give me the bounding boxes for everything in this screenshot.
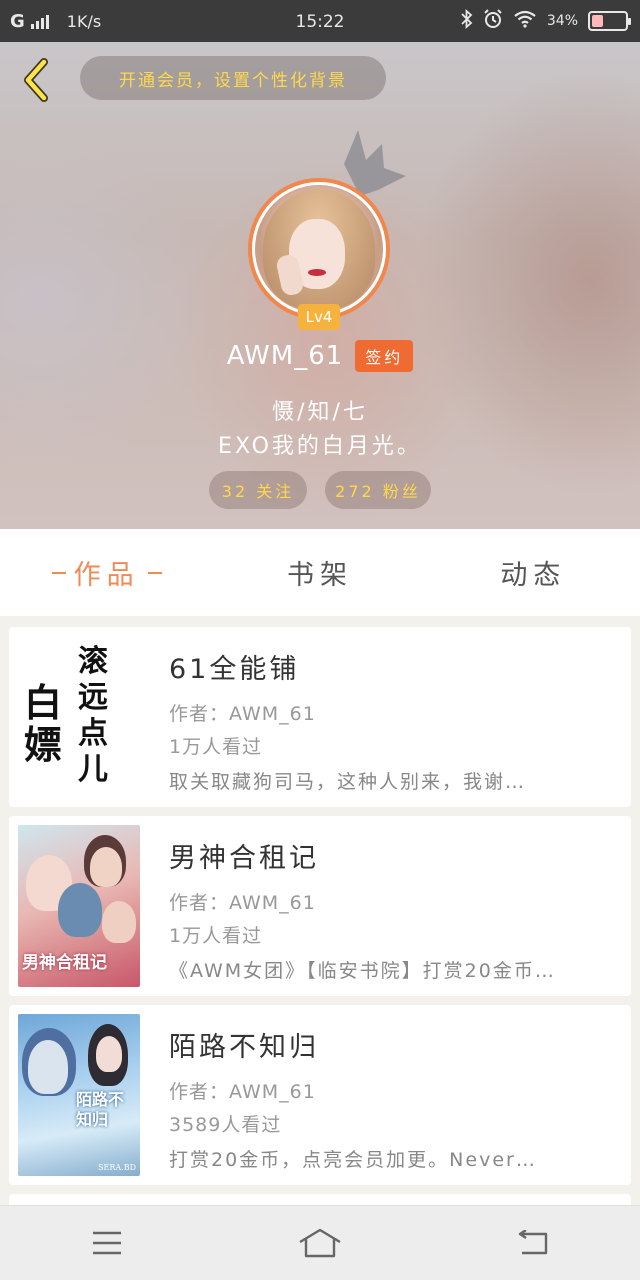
menu-icon — [92, 1231, 121, 1255]
cover-text-big: 白嫖 — [24, 680, 63, 767]
menu-button[interactable] — [67, 1213, 147, 1273]
work-info: 61全能铺 作者：AWM_61 1万人看过 取关取藏狗司马，这种人别来，我谢… — [169, 647, 611, 800]
tab-label: 动态 — [500, 560, 567, 591]
following-button[interactable]: 32 关注 — [209, 471, 307, 509]
avatar-image — [255, 185, 383, 313]
chevron-left-icon — [24, 58, 48, 102]
work-views: 3589人看过 — [169, 1114, 282, 1136]
signed-badge: 签约 — [355, 340, 414, 372]
level-badge: Lv4 — [298, 304, 340, 330]
list-item[interactable]: 白嫖 滚远点儿 61全能铺 作者：AWM_61 1万人看过 取关取藏狗司马，这种… — [9, 627, 631, 807]
cover-title-text: 男神合租记 — [22, 953, 107, 973]
battery-icon — [588, 11, 631, 31]
book-cover: 陌路不知归 SERA.BD — [18, 1014, 140, 1176]
username-row: AWM_61 签约 — [0, 340, 640, 372]
cover-text-small: 滚远点儿 — [78, 644, 108, 787]
cover-title-text: 陌路不知归 — [76, 1090, 125, 1129]
work-title: 61全能铺 — [169, 654, 300, 685]
book-cover: 白嫖 滚远点儿 — [18, 636, 140, 798]
fans-button[interactable]: 272 粉丝 — [325, 471, 431, 509]
work-views: 1万人看过 — [169, 736, 263, 758]
work-title: 男神合租记 — [169, 843, 319, 874]
tab-label: 作品 — [73, 560, 140, 591]
work-author: 作者：AWM_61 — [169, 892, 316, 914]
bio-line-2: EXO我的白月光。 — [218, 434, 422, 459]
work-description: 取关取藏狗司马，这种人别来，我谢… — [169, 771, 527, 793]
book-cover: 男神合租记 — [18, 825, 140, 987]
work-title: 陌路不知归 — [169, 1032, 319, 1063]
tab-activity[interactable]: 动态 — [427, 529, 640, 616]
profile-header: 开通会员，设置个性化背景 Lv4 AWM_61 签约 慑/知/七 EXO我的白月… — [0, 42, 640, 529]
bio-line-1: 慑/知/七 — [272, 400, 368, 425]
tab-active-dash-right — [147, 571, 162, 574]
tab-active-dash-left — [51, 571, 66, 574]
back-button[interactable] — [16, 58, 56, 102]
tab-label: 书架 — [286, 560, 353, 591]
alarm-icon — [483, 8, 503, 34]
work-author: 作者：AWM_61 — [169, 1081, 316, 1103]
status-bar: G 1K/s 15:22 34% — [0, 0, 640, 42]
work-author: 作者：AWM_61 — [169, 703, 316, 725]
work-info: 男神合租记 作者：AWM_61 1万人看过 《AWM女团》【临安书院】打赏20金… — [169, 836, 611, 989]
tab-bookshelf[interactable]: 书架 — [213, 529, 426, 616]
works-list: 白嫖 滚远点儿 61全能铺 作者：AWM_61 1万人看过 取关取藏狗司马，这种… — [9, 627, 631, 1210]
work-views: 1万人看过 — [169, 925, 263, 947]
list-item[interactable]: 陌路不知归 SERA.BD 陌路不知归 作者：AWM_61 3589人看过 打赏… — [9, 1005, 631, 1185]
wifi-icon — [513, 10, 537, 33]
system-nav-bar — [0, 1205, 640, 1280]
battery-percent: 34% — [546, 13, 578, 29]
work-description: 打赏20金币，点亮会员加更。Never… — [169, 1149, 537, 1171]
list-item[interactable]: 男神合租记 男神合租记 作者：AWM_61 1万人看过 《AWM女团》【临安书院… — [9, 816, 631, 996]
home-button[interactable] — [280, 1213, 360, 1273]
cover-credit-text: SERA.BD — [98, 1163, 136, 1172]
work-description: 《AWM女团》【临安书院】打赏20金币… — [169, 960, 556, 982]
battery-fill — [592, 15, 603, 27]
avatar[interactable] — [248, 178, 390, 320]
work-info: 陌路不知归 作者：AWM_61 3589人看过 打赏20金币，点亮会员加更。Ne… — [169, 1025, 611, 1178]
return-icon — [519, 1230, 548, 1255]
profile-tabs: 作品 书架 动态 — [0, 529, 640, 616]
status-right: 34% — [461, 0, 631, 42]
tab-works[interactable]: 作品 — [0, 529, 213, 616]
home-icon — [299, 1228, 341, 1258]
username: AWM_61 — [226, 341, 344, 371]
return-button[interactable] — [493, 1213, 573, 1273]
vip-background-button[interactable]: 开通会员，设置个性化背景 — [80, 56, 386, 100]
bluetooth-icon — [461, 8, 473, 34]
